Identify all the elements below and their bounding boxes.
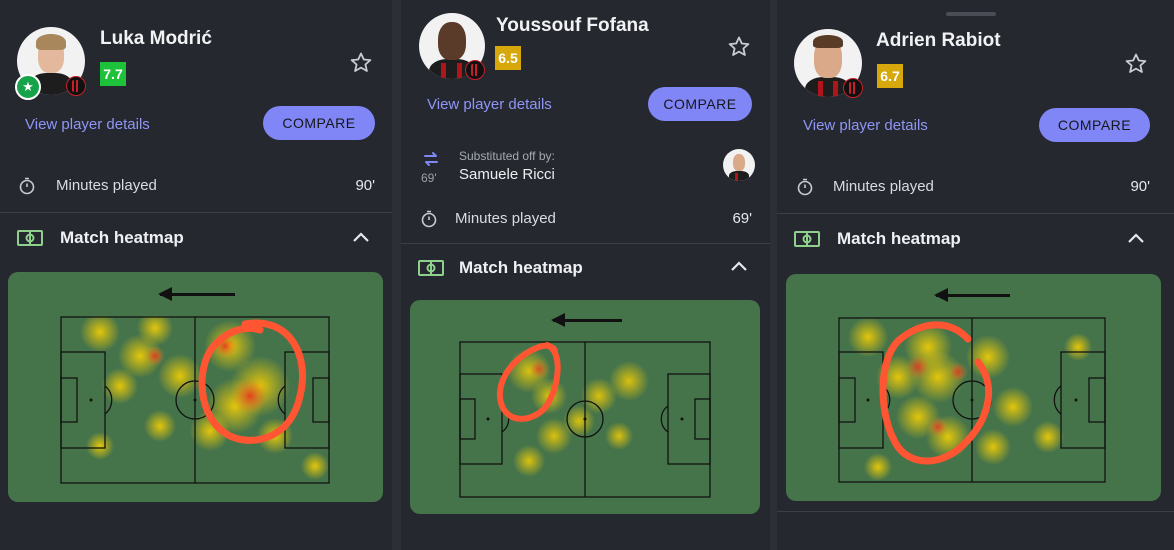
substitution-caption: Substituted off by: [459, 149, 555, 163]
heatmap-title: Match heatmap [60, 228, 184, 247]
star-outline-icon[interactable] [1124, 52, 1148, 76]
player-name: Adrien Rabiot [876, 30, 1001, 51]
pitch-icon [794, 231, 820, 247]
player-rating: 6.7 [877, 64, 903, 88]
heatmap-pitch [459, 341, 711, 498]
view-player-details-link[interactable]: View player details [803, 117, 928, 134]
team-crest-icon [66, 76, 86, 96]
player-name: Youssouf Fofana [496, 15, 649, 36]
divider [401, 243, 770, 244]
divider [777, 511, 1174, 512]
star-outline-icon[interactable] [727, 35, 751, 59]
player-rating: 7.7 [100, 62, 126, 86]
compare-button[interactable]: COMPARE [648, 87, 752, 121]
team-crest-icon [843, 78, 863, 98]
heatmap-panel [8, 272, 383, 502]
heat-blobs [507, 349, 649, 477]
minutes-played-label: Minutes played [455, 210, 556, 227]
minutes-played-value: 69' [732, 210, 752, 227]
minutes-played-value: 90' [1130, 178, 1150, 195]
player-rating: 6.5 [495, 46, 521, 70]
team-crest-icon [465, 60, 485, 80]
player-card-rabiot: Adrien Rabiot 6.7 View player details CO… [777, 0, 1174, 550]
substitution-minute: 69' [421, 171, 437, 185]
view-player-details-link[interactable]: View player details [427, 96, 552, 113]
heatmap-panel [410, 300, 760, 514]
drag-handle[interactable] [946, 12, 996, 16]
pitch-icon [17, 230, 43, 246]
star-badge-icon: ★ [15, 74, 41, 100]
stopwatch-icon [19, 177, 35, 195]
stopwatch-icon [421, 210, 437, 228]
compare-button[interactable]: COMPARE [263, 106, 375, 140]
heatmap-pitch [838, 317, 1106, 483]
heatmap-pitch [60, 316, 330, 484]
chevron-up-icon[interactable] [1127, 232, 1145, 244]
substitute-player-name[interactable]: Samuele Ricci [459, 166, 555, 183]
player-card-modric: ★ Luka Modrić 7.7 View player details CO… [0, 0, 392, 550]
substitution-icon [424, 152, 438, 166]
substitute-avatar[interactable] [723, 149, 755, 181]
left-arrow-icon [158, 287, 235, 301]
minutes-played-value: 90' [355, 177, 375, 194]
pitch-icon [418, 260, 444, 276]
minutes-played-label: Minutes played [56, 177, 157, 194]
player-card-fofana: Youssouf Fofana 6.5 View player details … [401, 0, 770, 550]
player-name: Luka Modrić [100, 28, 212, 49]
chevron-up-icon[interactable] [352, 231, 370, 243]
left-arrow-icon [934, 288, 1010, 302]
stopwatch-icon [797, 178, 813, 196]
heatmap-title: Match heatmap [459, 258, 583, 277]
divider [0, 212, 392, 213]
view-player-details-link[interactable]: View player details [25, 116, 150, 133]
divider [777, 213, 1174, 214]
heatmap-title: Match heatmap [837, 229, 961, 248]
panel-gap [770, 0, 777, 550]
left-arrow-icon [551, 313, 622, 327]
chevron-up-icon[interactable] [730, 260, 748, 272]
minutes-played-label: Minutes played [833, 178, 934, 195]
heatmap-panel [786, 274, 1161, 501]
compare-button[interactable]: COMPARE [1039, 108, 1150, 142]
panel-gap [392, 0, 401, 550]
star-outline-icon[interactable] [349, 51, 373, 75]
